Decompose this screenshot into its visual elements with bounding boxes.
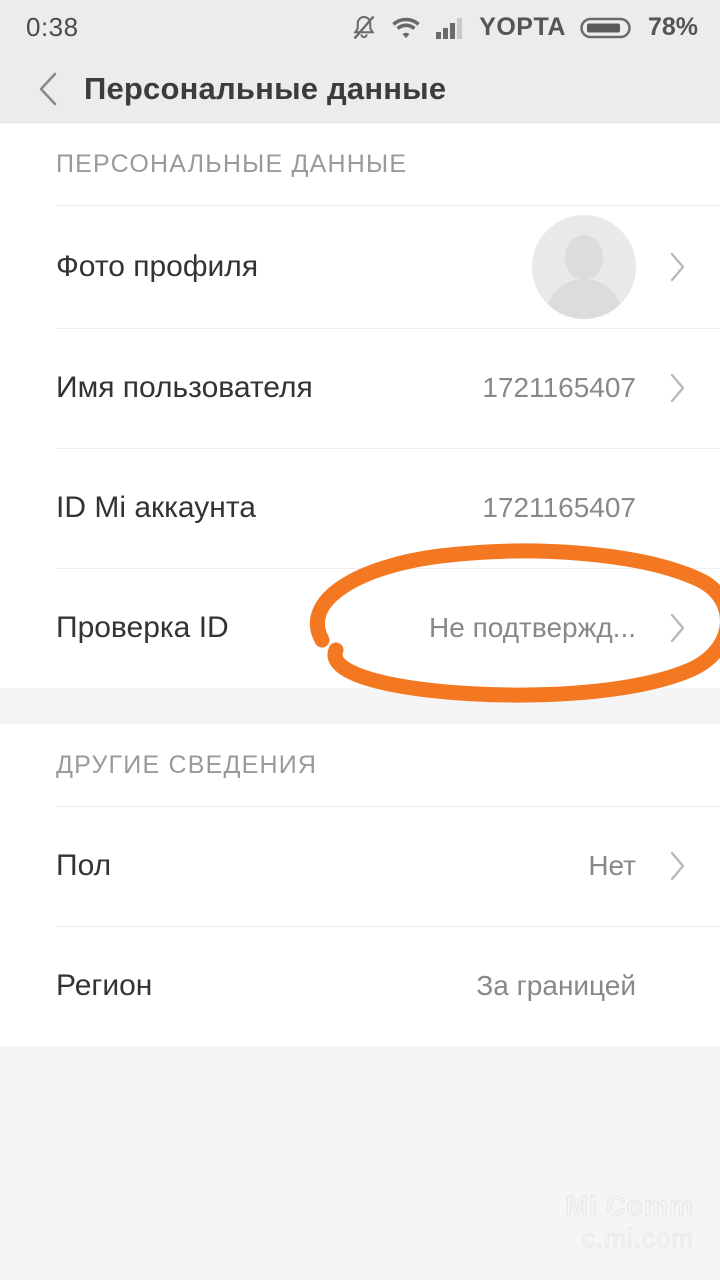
- row-label: Пол: [56, 849, 112, 882]
- section-other-info: ДРУГИЕ СВЕДЕНИЯ Пол Нет Регион За границ…: [0, 724, 720, 1046]
- page-title: Персональные данные: [84, 70, 447, 106]
- avatar-head-shape: [565, 234, 603, 279]
- row-label: Имя пользователя: [56, 371, 313, 404]
- status-time: 0:38: [26, 12, 79, 42]
- row-profile-photo[interactable]: Фото профиля: [0, 205, 720, 328]
- chevron-right-icon: [660, 612, 694, 644]
- row-label: Фото профиля: [56, 249, 259, 283]
- watermark-line-2: c.mi.com: [582, 1223, 694, 1254]
- status-icons-group: YOPTA 78%: [351, 13, 698, 42]
- section-header-personal-data: ПЕРСОНАЛЬНЫЕ ДАННЫЕ: [0, 123, 720, 205]
- row-value: 1721165407: [482, 372, 636, 403]
- status-bar: 0:38 YOPTA 78%: [0, 0, 720, 55]
- battery-icon: [580, 14, 632, 42]
- section-personal-data: ПЕРСОНАЛЬНЫЕ ДАННЫЕ Фото профиля Имя пол…: [0, 123, 720, 688]
- app-header: Персональные данные: [0, 55, 720, 123]
- section-header-other-info: ДРУГИЕ СВЕДЕНИЯ: [0, 724, 720, 806]
- battery-percent-label: 78%: [647, 13, 698, 41]
- phone-screen: 0:38 YOPTA 78% Персональные данные ПЕРСО…: [0, 0, 720, 1280]
- row-gender[interactable]: Пол Нет: [0, 806, 720, 926]
- row-value: 1721165407: [482, 492, 636, 523]
- chevron-right-icon: [660, 251, 694, 283]
- carrier-label: YOPTA: [479, 13, 566, 41]
- row-value: За границей: [476, 970, 636, 1001]
- row-label: Регион: [56, 969, 153, 1002]
- row-value: Нет: [588, 850, 636, 881]
- row-value: Не подтвержд...: [429, 612, 636, 643]
- back-chevron-icon[interactable]: [32, 72, 66, 106]
- row-label: ID Mi аккаунта: [56, 491, 256, 524]
- row-username[interactable]: Имя пользователя 1721165407: [0, 328, 720, 448]
- watermark: Mi Comm c.mi.com: [565, 1191, 695, 1254]
- row-id-verification[interactable]: Проверка ID Не подтвержд...: [0, 568, 720, 688]
- chevron-right-icon: [660, 372, 694, 404]
- bell-muted-icon: [351, 14, 377, 42]
- avatar-body-shape: [545, 278, 623, 319]
- wifi-icon: [391, 15, 421, 41]
- watermark-line-1: Mi Comm: [565, 1191, 694, 1222]
- avatar: [532, 214, 636, 319]
- row-mi-account-id: ID Mi аккаунта 1721165407: [0, 448, 720, 568]
- chevron-right-icon: [660, 850, 694, 882]
- section-divider-gap: [0, 688, 720, 724]
- row-region: Регион За границей: [0, 926, 720, 1046]
- row-label: Проверка ID: [56, 611, 229, 644]
- signal-bars-icon: [435, 15, 465, 41]
